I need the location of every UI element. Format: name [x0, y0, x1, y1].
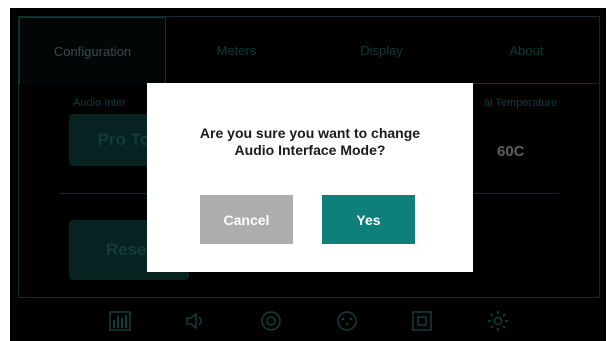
dialog-message: Are you sure you want to change Audio In…	[147, 125, 473, 159]
yes-label: Yes	[356, 211, 381, 228]
dialog-message-line1: Are you sure you want to change	[199, 125, 421, 141]
dialog-message-line2: Audio Interface Mode?	[234, 142, 386, 158]
cancel-label: Cancel	[223, 211, 270, 228]
modal-overlay: Are you sure you want to change Audio In…	[0, 0, 614, 341]
yes-button[interactable]: Yes	[322, 195, 415, 244]
cancel-button[interactable]: Cancel	[200, 195, 293, 244]
confirm-dialog: Are you sure you want to change Audio In…	[147, 83, 473, 272]
